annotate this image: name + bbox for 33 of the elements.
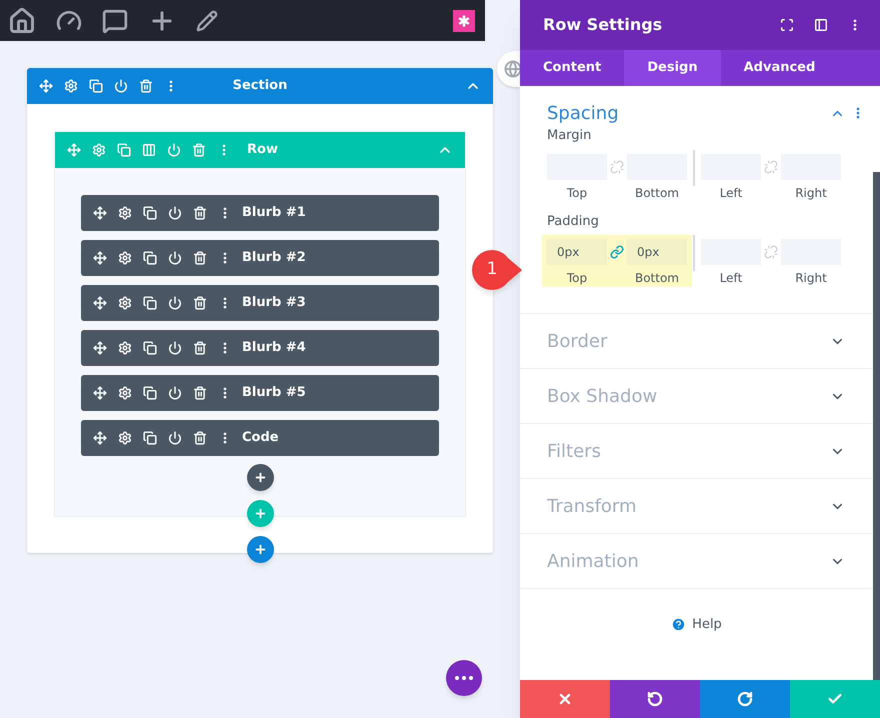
field-label: Left [720, 270, 742, 287]
module-title: Blurb #5 [242, 384, 306, 402]
field-label: Top [566, 184, 588, 202]
group-title[interactable]: Spacing [547, 100, 619, 126]
module-bar[interactable]: Blurb #3 [81, 285, 439, 321]
module-title: Blurb #2 [242, 249, 306, 268]
number-field[interactable]: 0px [627, 239, 687, 265]
setting-label: Padding [546, 212, 600, 230]
field-label: Top [566, 270, 588, 287]
module-title: Blurb #1 [242, 204, 306, 222]
tab[interactable]: Content [520, 50, 624, 86]
tab[interactable]: Design [624, 50, 721, 86]
section-title: Section [232, 77, 288, 96]
panel-title: Row Settings [543, 14, 662, 36]
tab[interactable]: Advanced [720, 50, 838, 86]
field-label: Right [795, 184, 827, 202]
field-label: Left [720, 184, 742, 202]
field-label: Right [795, 270, 827, 287]
module-bar[interactable]: Code [81, 420, 439, 456]
module-bar[interactable]: Blurb #4 [81, 330, 439, 366]
field-label: Bottom [634, 184, 679, 202]
module-bar[interactable]: Blurb #1 [81, 195, 439, 231]
module-title: Blurb #4 [242, 339, 306, 358]
module-bar[interactable]: Blurb #2 [81, 240, 439, 276]
setting-label: Margin [546, 127, 592, 145]
module-title: Blurb #3 [242, 294, 306, 312]
help-link[interactable]: Help [692, 615, 722, 634]
module-bar[interactable]: Blurb #5 [81, 375, 439, 411]
row-title: Row [247, 141, 278, 160]
field-label: Bottom [634, 270, 679, 287]
section-header[interactable]: Section [27, 68, 493, 104]
module-title: Code [242, 429, 279, 448]
number-field[interactable]: 0px [547, 239, 607, 265]
